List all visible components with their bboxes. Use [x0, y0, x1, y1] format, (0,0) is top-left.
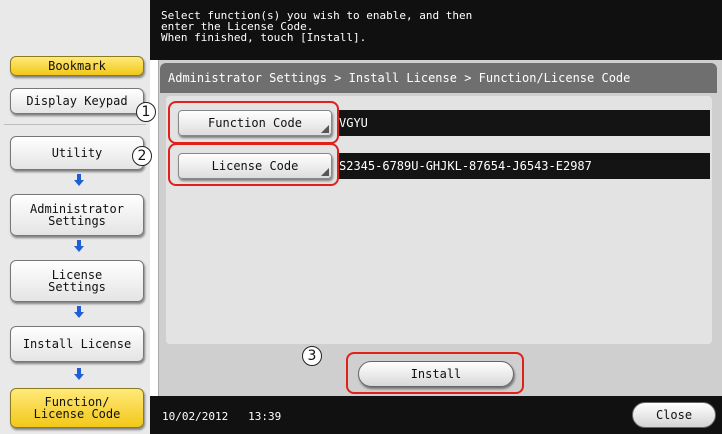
bookmark-button[interactable]: Bookmark	[10, 56, 144, 76]
arrow-down-icon	[74, 368, 84, 380]
arrow-down-icon	[74, 306, 84, 318]
sidebar-divider	[4, 124, 146, 125]
status-time: 13:39	[248, 410, 282, 423]
callout-highlight-function-code	[168, 101, 339, 144]
left-panel: Bookmark Display Keypad Utility Administ…	[0, 0, 150, 434]
callout-number-2: 2	[132, 146, 152, 166]
callout-number-1: 1	[136, 102, 156, 122]
step-install-license-button[interactable]: Install License	[10, 326, 144, 362]
install-button[interactable]: Install	[358, 361, 514, 387]
arrow-down-icon	[74, 240, 84, 252]
display-keypad-button[interactable]: Display Keypad	[10, 88, 144, 114]
callout-number-3: 3	[302, 346, 322, 366]
step-license-settings-button[interactable]: License Settings	[10, 260, 144, 302]
function-code-field[interactable]: VGYU	[337, 110, 710, 136]
license-code-field[interactable]: S2345-6789U-GHJKL-87654-J6543-E2987	[337, 153, 710, 179]
status-date: 10/02/2012	[162, 410, 229, 423]
close-button[interactable]: Close	[632, 402, 716, 428]
step-administrator-settings-button[interactable]: Administrator Settings	[10, 194, 144, 236]
step-function-license-code-button[interactable]: Function/ License Code	[10, 388, 144, 428]
step-utility-button[interactable]: Utility	[10, 136, 144, 170]
callout-highlight-license-code	[168, 143, 339, 186]
instruction-message: Select function(s) you wish to enable, a…	[150, 0, 722, 60]
breadcrumb: Administrator Settings > Install License…	[160, 63, 717, 93]
status-datetime: 10/02/2012 13:39	[162, 411, 281, 423]
arrow-down-icon	[74, 174, 84, 186]
